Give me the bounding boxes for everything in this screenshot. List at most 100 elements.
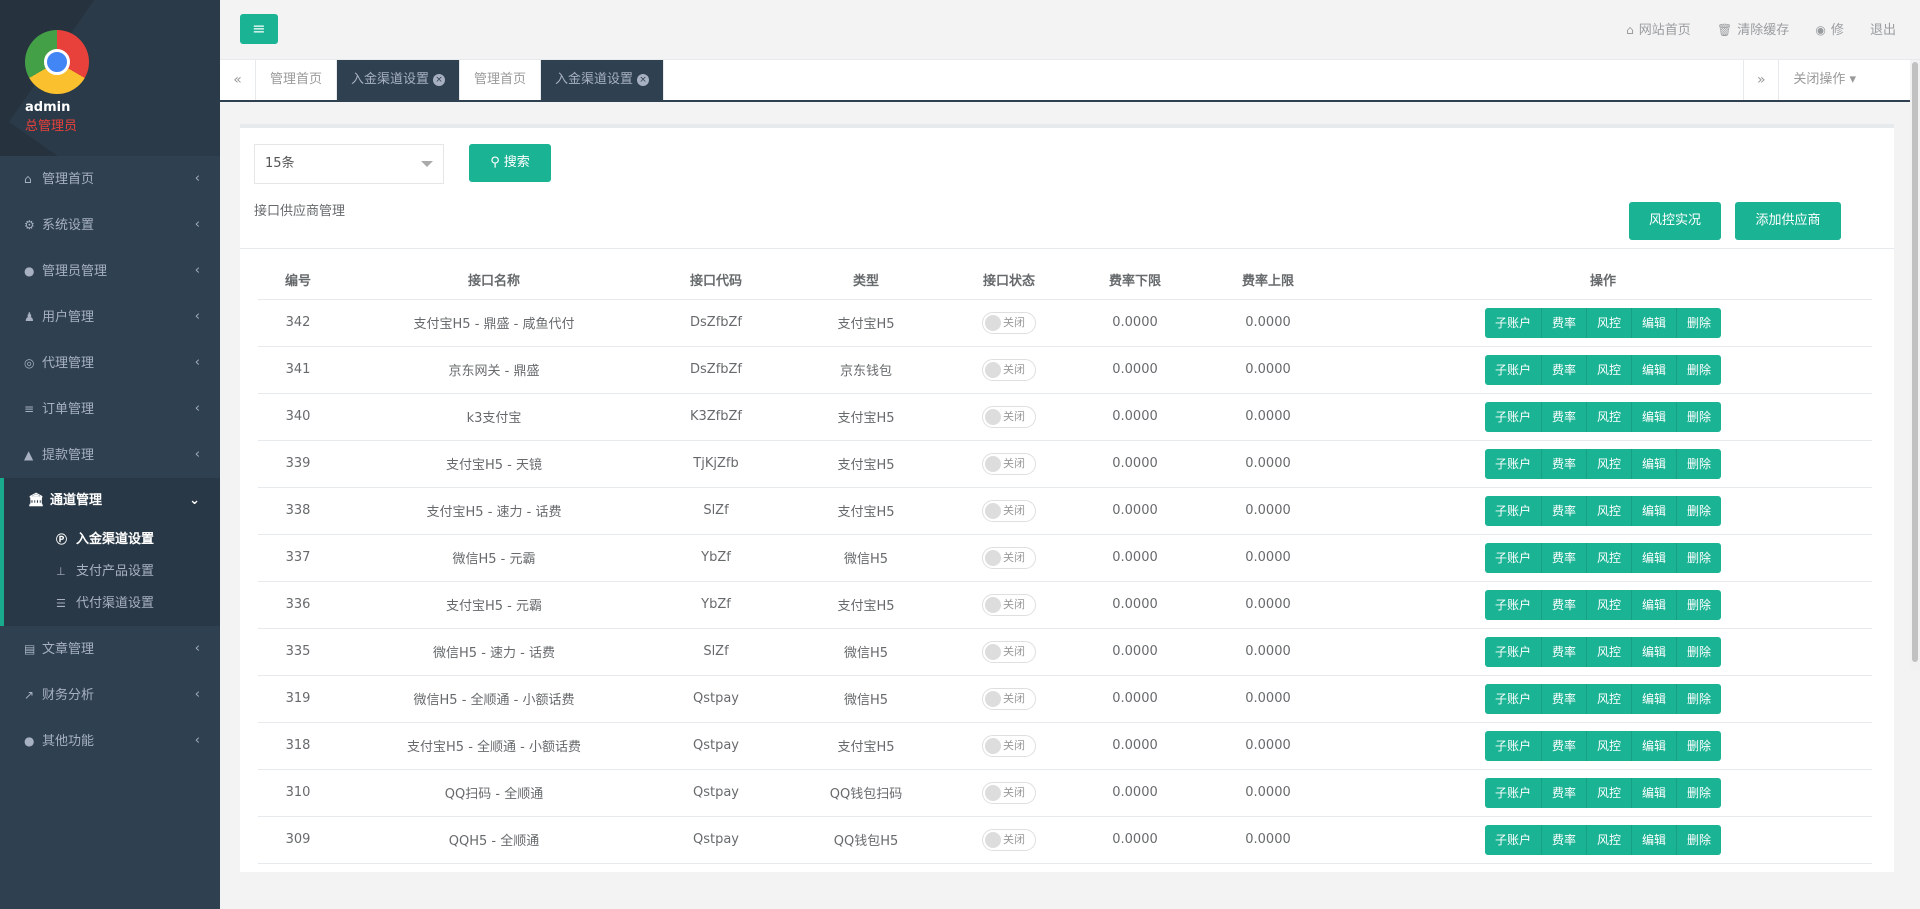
- rate-button[interactable]: 费率: [1541, 448, 1587, 479]
- sub-account-button[interactable]: 子账户: [1484, 495, 1542, 526]
- close-operations-dropdown[interactable]: 关闭操作 ▾: [1779, 60, 1920, 100]
- risk-button[interactable]: 风控: [1586, 401, 1632, 432]
- sub-account-button[interactable]: 子账户: [1484, 636, 1542, 667]
- risk-button[interactable]: 风控: [1586, 307, 1632, 338]
- edit-button[interactable]: 编辑: [1632, 683, 1678, 714]
- delete-button[interactable]: 删除: [1677, 730, 1722, 761]
- delete-button[interactable]: 删除: [1677, 589, 1722, 620]
- status-toggle[interactable]: 关闭: [982, 311, 1036, 334]
- sidebar-subitem-deposit-channel[interactable]: Ⓟ 入金渠道设置: [4, 524, 220, 556]
- risk-button[interactable]: 风控: [1586, 495, 1632, 526]
- risk-button[interactable]: 风控: [1586, 636, 1632, 667]
- sidebar-item-channels-header[interactable]: 🏛 通道管理 ⌄: [4, 478, 220, 524]
- clear-cache-link[interactable]: 🗑 清除缓存: [1717, 23, 1789, 38]
- user-name[interactable]: admin: [25, 100, 220, 115]
- sub-account-button[interactable]: 子账户: [1484, 824, 1542, 855]
- sidebar-item-home[interactable]: ⌂ 管理首页 ‹: [0, 156, 220, 202]
- avatar[interactable]: [25, 30, 89, 94]
- sub-account-button[interactable]: 子账户: [1484, 589, 1542, 620]
- edit-button[interactable]: 编辑: [1632, 307, 1678, 338]
- risk-button[interactable]: 风控: [1586, 777, 1632, 808]
- tab-home[interactable]: 管理首页: [256, 60, 338, 100]
- edit-link[interactable]: ◉ 修: [1815, 23, 1844, 38]
- rate-button[interactable]: 费率: [1541, 401, 1587, 432]
- sub-account-button[interactable]: 子账户: [1484, 307, 1542, 338]
- col-id[interactable]: 编号: [258, 261, 338, 300]
- col-type[interactable]: 类型: [782, 261, 950, 300]
- tab-deposit-channel[interactable]: 入金渠道设置 ×: [337, 60, 461, 100]
- rate-button[interactable]: 费率: [1541, 730, 1587, 761]
- delete-button[interactable]: 删除: [1677, 401, 1722, 432]
- sub-account-button[interactable]: 子账户: [1484, 683, 1542, 714]
- sub-account-button[interactable]: 子账户: [1484, 401, 1542, 432]
- status-toggle[interactable]: 关闭: [982, 687, 1036, 710]
- sidebar-subitem-pay-product[interactable]: ⊥ 支付产品设置: [4, 556, 220, 588]
- status-toggle[interactable]: 关闭: [982, 452, 1036, 475]
- status-toggle[interactable]: 关闭: [982, 499, 1036, 522]
- edit-button[interactable]: 编辑: [1632, 542, 1678, 573]
- risk-button[interactable]: 风控: [1586, 354, 1632, 385]
- sub-account-button[interactable]: 子账户: [1484, 777, 1542, 808]
- menu-toggle-button[interactable]: ≡: [240, 14, 278, 44]
- tab-home[interactable]: 管理首页: [460, 60, 542, 100]
- delete-button[interactable]: 删除: [1677, 542, 1722, 573]
- sidebar-subitem-payout-channel[interactable]: ☰ 代付渠道设置: [4, 588, 220, 620]
- close-icon[interactable]: ×: [433, 73, 446, 86]
- sidebar-item-admins[interactable]: ● 管理员管理 ‹: [0, 248, 220, 294]
- edit-button[interactable]: 编辑: [1632, 824, 1678, 855]
- edit-button[interactable]: 编辑: [1632, 777, 1678, 808]
- col-rate-max[interactable]: 费率上限: [1202, 261, 1334, 300]
- status-toggle[interactable]: 关闭: [982, 828, 1036, 851]
- scrollbar-thumb[interactable]: [1912, 62, 1918, 662]
- edit-button[interactable]: 编辑: [1632, 354, 1678, 385]
- sub-account-button[interactable]: 子账户: [1484, 730, 1542, 761]
- sidebar-item-users[interactable]: ♟ 用户管理 ‹: [0, 294, 220, 340]
- rate-button[interactable]: 费率: [1541, 683, 1587, 714]
- sub-account-button[interactable]: 子账户: [1484, 542, 1542, 573]
- page-scrollbar[interactable]: [1910, 60, 1920, 670]
- sidebar-item-orders[interactable]: ≡ 订单管理 ‹: [0, 386, 220, 432]
- risk-button[interactable]: 风控: [1586, 448, 1632, 479]
- sidebar-item-finance[interactable]: ↗ 财务分析 ‹: [0, 672, 220, 718]
- col-name[interactable]: 接口名称: [338, 261, 650, 300]
- site-home-link[interactable]: ⌂ 网站首页: [1626, 23, 1691, 38]
- edit-button[interactable]: 编辑: [1632, 448, 1678, 479]
- edit-button[interactable]: 编辑: [1632, 401, 1678, 432]
- logout-link[interactable]: 退出: [1870, 23, 1896, 38]
- status-toggle[interactable]: 关闭: [982, 734, 1036, 757]
- status-toggle[interactable]: 关闭: [982, 405, 1036, 428]
- risk-button[interactable]: 风控: [1586, 589, 1632, 620]
- rate-button[interactable]: 费率: [1541, 307, 1587, 338]
- risk-monitor-button[interactable]: 风控实况: [1629, 202, 1721, 240]
- sidebar-item-articles[interactable]: ▤ 文章管理 ‹: [0, 626, 220, 672]
- risk-button[interactable]: 风控: [1586, 824, 1632, 855]
- page-size-select[interactable]: 15条: [254, 144, 444, 184]
- search-button[interactable]: ⚲ 搜索: [469, 144, 551, 182]
- rate-button[interactable]: 费率: [1541, 824, 1587, 855]
- risk-button[interactable]: 风控: [1586, 683, 1632, 714]
- rate-button[interactable]: 费率: [1541, 354, 1587, 385]
- rate-button[interactable]: 费率: [1541, 589, 1587, 620]
- delete-button[interactable]: 删除: [1677, 777, 1722, 808]
- status-toggle[interactable]: 关闭: [982, 358, 1036, 381]
- rate-button[interactable]: 费率: [1541, 495, 1587, 526]
- rate-button[interactable]: 费率: [1541, 636, 1587, 667]
- tabs-scroll-left-button[interactable]: «: [220, 60, 256, 100]
- edit-button[interactable]: 编辑: [1632, 636, 1678, 667]
- sidebar-item-system[interactable]: ⚙ 系统设置 ‹: [0, 202, 220, 248]
- status-toggle[interactable]: 关闭: [982, 781, 1036, 804]
- col-code[interactable]: 接口代码: [650, 261, 782, 300]
- sub-account-button[interactable]: 子账户: [1484, 448, 1542, 479]
- status-toggle[interactable]: 关闭: [982, 593, 1036, 616]
- col-rate-min[interactable]: 费率下限: [1068, 261, 1202, 300]
- edit-button[interactable]: 编辑: [1632, 495, 1678, 526]
- sub-account-button[interactable]: 子账户: [1484, 354, 1542, 385]
- delete-button[interactable]: 删除: [1677, 354, 1722, 385]
- delete-button[interactable]: 删除: [1677, 495, 1722, 526]
- risk-button[interactable]: 风控: [1586, 542, 1632, 573]
- sidebar-item-others[interactable]: ● 其他功能 ‹: [0, 718, 220, 764]
- tabs-scroll-right-button[interactable]: »: [1743, 60, 1780, 100]
- sidebar-item-withdraw[interactable]: ▲ 提款管理 ‹: [0, 432, 220, 478]
- rate-button[interactable]: 费率: [1541, 542, 1587, 573]
- edit-button[interactable]: 编辑: [1632, 730, 1678, 761]
